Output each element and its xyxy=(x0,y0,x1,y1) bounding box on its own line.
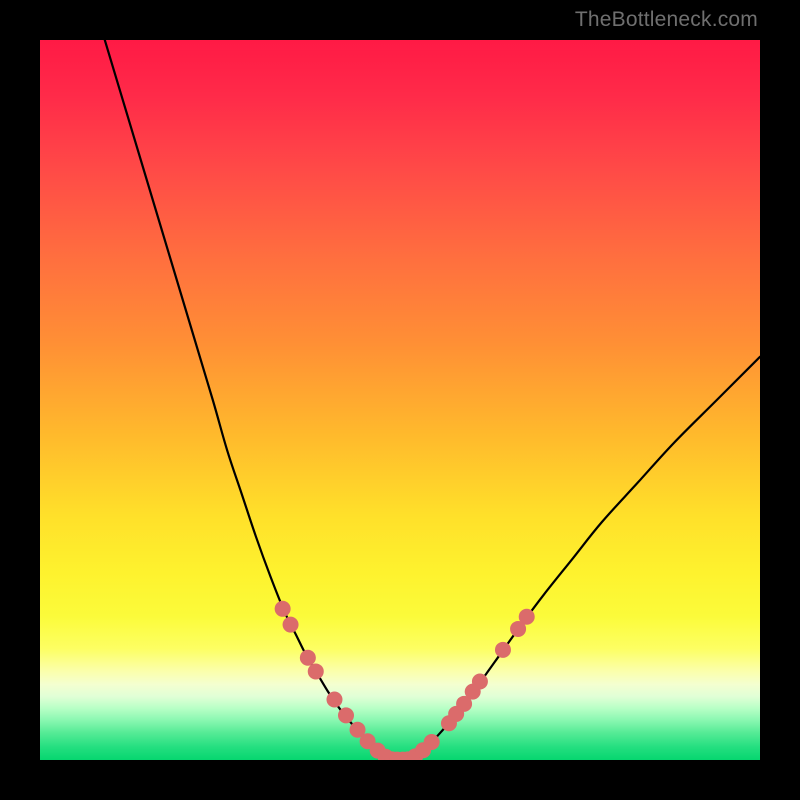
data-dot xyxy=(326,692,342,708)
left-curve xyxy=(105,40,392,760)
watermark-text: TheBottleneck.com xyxy=(575,8,758,32)
data-dot xyxy=(472,674,488,690)
data-dots xyxy=(275,601,535,760)
data-dot xyxy=(308,663,324,679)
data-dot xyxy=(275,601,291,617)
data-dot xyxy=(283,617,299,633)
data-dot xyxy=(424,734,440,750)
data-dot xyxy=(519,609,535,625)
data-dot xyxy=(338,707,354,723)
data-dot xyxy=(300,650,316,666)
outer-frame: TheBottleneck.com xyxy=(0,0,800,800)
chart-svg xyxy=(40,40,760,760)
data-dot xyxy=(495,642,511,658)
plot-area xyxy=(40,40,760,760)
